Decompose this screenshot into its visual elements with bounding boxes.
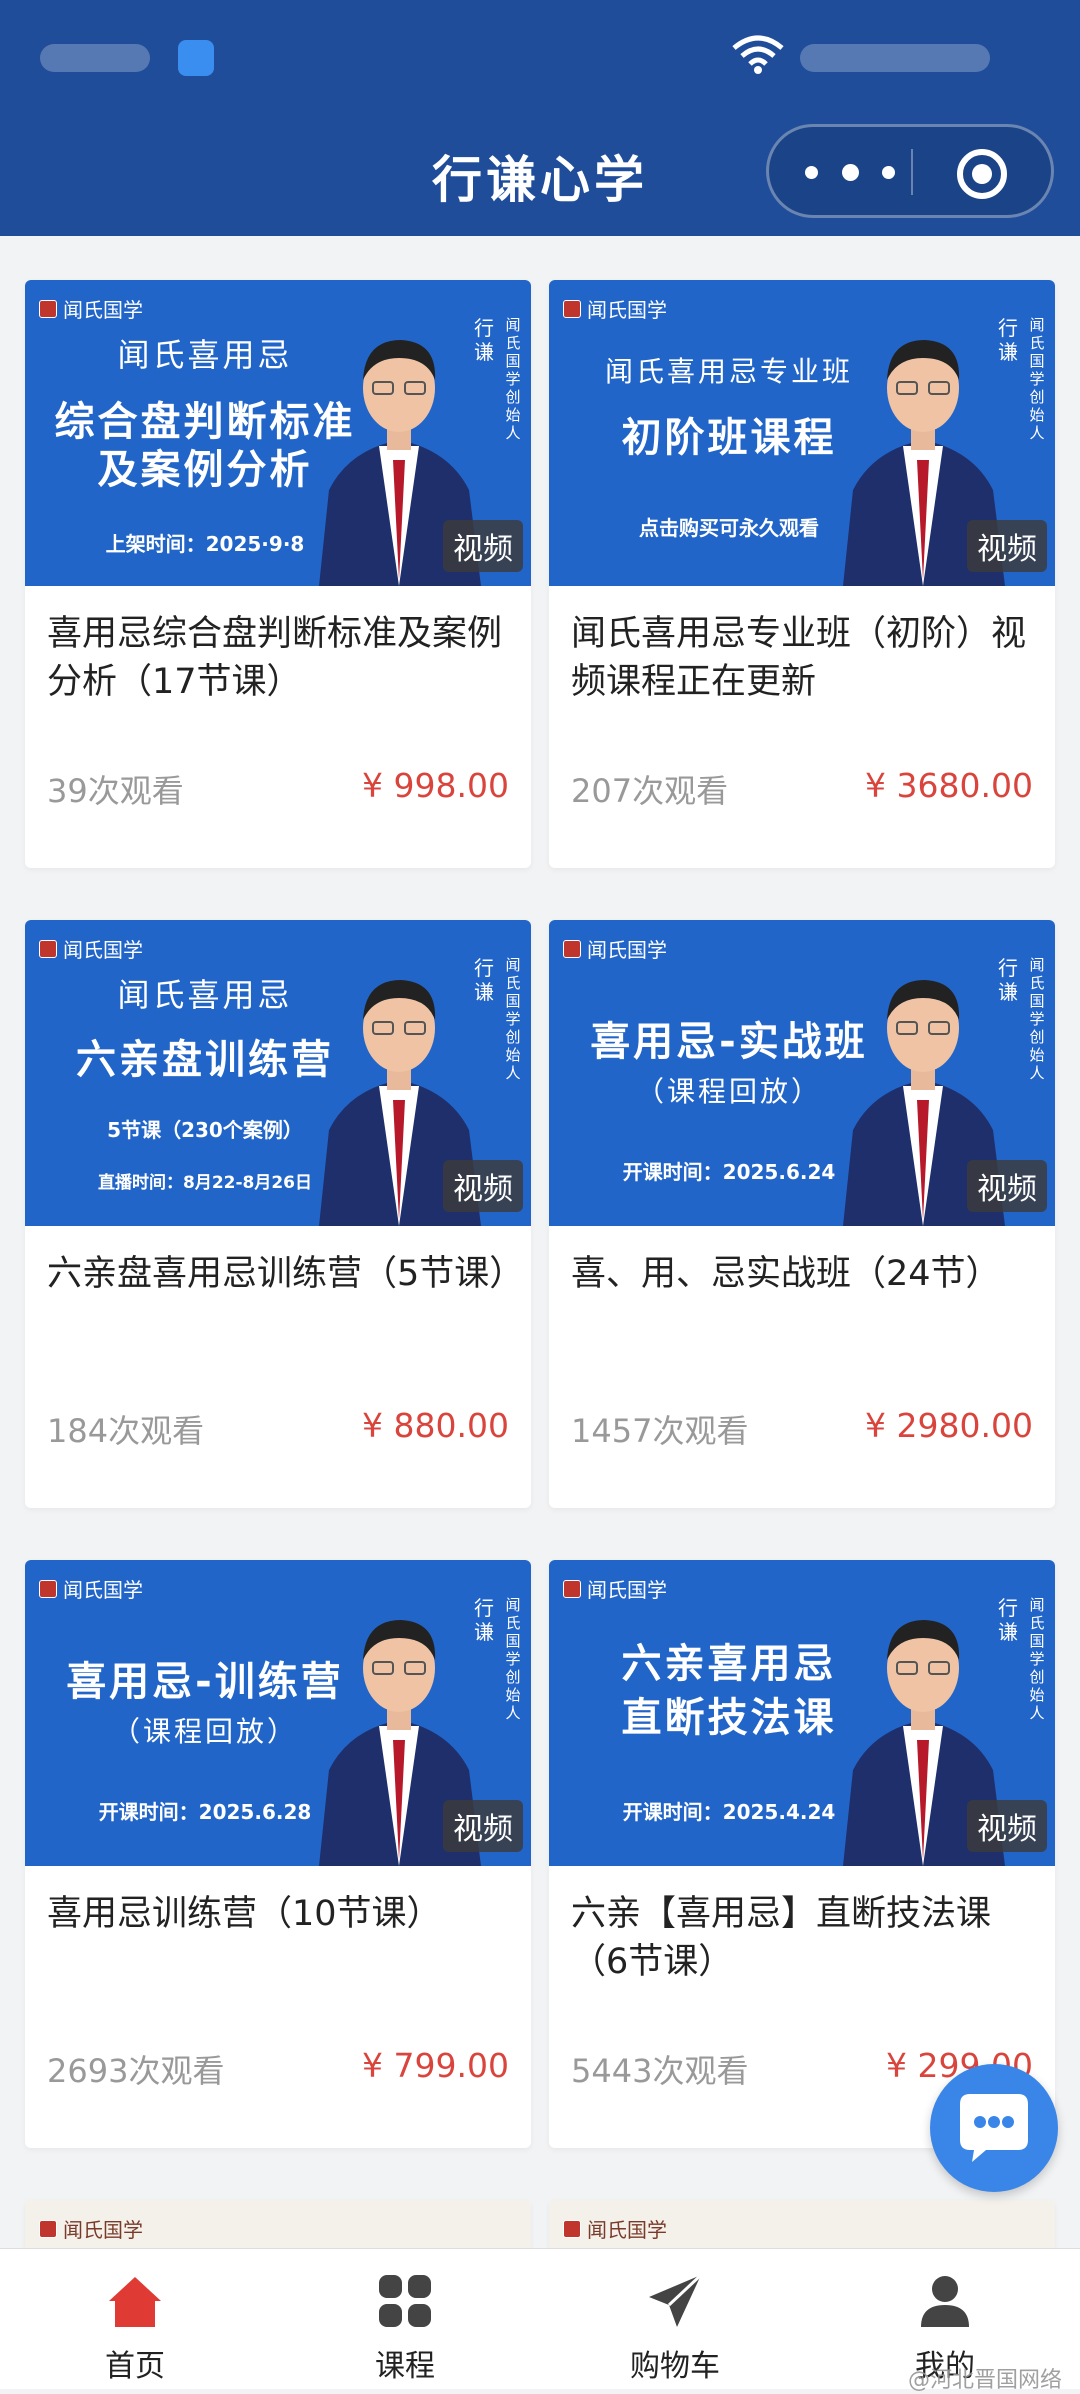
- tab-courses[interactable]: 课程: [270, 2249, 540, 2389]
- thumb-vertical-name: 行谦: [474, 956, 494, 1004]
- thumb-vertical-name: 行谦: [474, 1596, 494, 1644]
- thumb-vertical-title: 闻氏国学创始人: [505, 1596, 521, 1722]
- course-price: ¥ 880.00: [362, 1406, 509, 1445]
- thumb-vertical-name: 行谦: [474, 316, 494, 364]
- course-card[interactable]: 闻氏国学 闻氏喜用忌 综合盘判断标准 及案例分析 上架时间：2025·9·8 行…: [25, 280, 531, 868]
- thumb-vertical-title: 闻氏国学创始人: [1029, 956, 1045, 1082]
- course-thumbnail: 闻氏国学 闻氏喜用忌 六亲盘训练营 5节课（230个案例） 直播时间：8月22-…: [25, 920, 531, 1226]
- brand-logo-icon: [563, 299, 581, 318]
- thumb-vertical-title: 闻氏国学创始人: [505, 316, 521, 442]
- course-price: ¥ 998.00: [362, 766, 509, 805]
- brand-logo-icon: [39, 299, 57, 318]
- video-tag: 视频: [967, 1800, 1047, 1852]
- course-grid: 闻氏国学 闻氏喜用忌 综合盘判断标准 及案例分析 上架时间：2025·9·8 行…: [25, 280, 1055, 2260]
- brand-label: 闻氏国学: [563, 1574, 667, 1603]
- wifi-icon: [732, 35, 784, 74]
- brand-label: 闻氏国学: [39, 294, 143, 323]
- thumb-vertical-name: 行谦: [998, 1596, 1018, 1644]
- video-tag: 视频: [443, 1800, 523, 1852]
- thumb-vertical-title: 闻氏国学创始人: [505, 956, 521, 1082]
- brand-label: 闻氏国学: [39, 1574, 143, 1603]
- course-card[interactable]: 闻氏国学 六亲喜用忌 直断技法课 开课时间：2025.4.24 行谦 闻氏国学创…: [549, 1560, 1055, 2148]
- course-title: 喜、用、忌实战班（24节）: [571, 1254, 1001, 1294]
- watermark: @河北晋国网络: [907, 2368, 1062, 2393]
- course-thumbnail: 闻氏国学 闻氏喜用忌 综合盘判断标准 及案例分析 上架时间：2025·9·8 行…: [25, 280, 531, 586]
- brand-label: 闻氏国学: [563, 294, 667, 323]
- home-icon: [109, 2277, 161, 2327]
- grid-icon: [379, 2275, 431, 2327]
- course-title: 六亲【喜用忌】直断技法课（6节课）: [571, 1894, 992, 1982]
- more-icon[interactable]: [805, 157, 895, 187]
- view-count: 207次观看: [571, 772, 729, 810]
- tab-label: 课程: [375, 2349, 435, 2384]
- view-count: 2693次观看: [47, 2052, 225, 2090]
- course-thumbnail: 闻氏国学 六亲喜用忌 直断技法课 开课时间：2025.4.24 行谦 闻氏国学创…: [549, 1560, 1055, 1866]
- brand-logo-icon: [39, 2219, 57, 2238]
- course-price: ¥ 2980.00: [865, 1406, 1033, 1445]
- chat-bubble-icon: [960, 2094, 1028, 2162]
- status-battery-blurred: [800, 44, 990, 72]
- brand-logo-icon: [39, 1579, 57, 1598]
- view-count: 1457次观看: [571, 1412, 749, 1450]
- brand-label: 闻氏国学: [39, 934, 143, 963]
- user-icon: [921, 2276, 969, 2327]
- video-tag: 视频: [967, 520, 1047, 572]
- top-header: 行谦心学: [0, 0, 1080, 236]
- course-thumbnail: 闻氏国学 喜用忌-实战班 （课程回放） 开课时间：2025.6.24 行谦 闻氏…: [549, 920, 1055, 1226]
- tab-home[interactable]: 首页: [0, 2249, 270, 2389]
- brand-logo-icon: [563, 1579, 581, 1598]
- close-miniprogram-icon[interactable]: [955, 147, 1009, 201]
- brand-logo-icon: [39, 939, 57, 958]
- tab-label: 首页: [105, 2349, 165, 2384]
- course-thumbnail: 闻氏国学 闻氏喜用忌专业班 初阶班课程 点击购买可永久观看 行谦 闻氏国学创始人…: [549, 280, 1055, 586]
- video-tag: 视频: [443, 520, 523, 572]
- miniprogram-capsule: [766, 124, 1054, 218]
- brand-label: 闻氏国学: [39, 2214, 143, 2243]
- customer-service-button[interactable]: [930, 2064, 1058, 2192]
- course-title: 六亲盘喜用忌训练营（5节课）: [47, 1254, 525, 1294]
- thumb-vertical-name: 行谦: [998, 316, 1018, 364]
- course-card[interactable]: 闻氏国学 喜用忌-实战班 （课程回放） 开课时间：2025.6.24 行谦 闻氏…: [549, 920, 1055, 1508]
- course-price: ¥ 3680.00: [865, 766, 1033, 805]
- course-title: 喜用忌训练营（10节课）: [47, 1894, 442, 1934]
- view-count: 5443次观看: [571, 2052, 749, 2090]
- course-card[interactable]: 闻氏国学 闻氏喜用忌专业班 初阶班课程 点击购买可永久观看 行谦 闻氏国学创始人…: [549, 280, 1055, 868]
- tab-cart[interactable]: 购物车: [540, 2249, 810, 2389]
- course-thumbnail: 闻氏国学 喜用忌-训练营 （课程回放） 开课时间：2025.6.28 行谦 闻氏…: [25, 1560, 531, 1866]
- status-app-icon: [178, 40, 214, 76]
- brand-label: 闻氏国学: [563, 2214, 667, 2243]
- view-count: 39次观看: [47, 772, 184, 810]
- brand-logo-icon: [563, 939, 581, 958]
- course-card[interactable]: 闻氏国学 喜用忌-训练营 （课程回放） 开课时间：2025.6.28 行谦 闻氏…: [25, 1560, 531, 2148]
- thumb-vertical-title: 闻氏国学创始人: [1029, 316, 1045, 442]
- brand-logo-icon: [563, 2219, 581, 2238]
- course-title: 闻氏喜用忌专业班（初阶）视频课程正在更新: [571, 614, 1027, 702]
- send-icon: [649, 2273, 703, 2327]
- course-title: 喜用忌综合盘判断标准及案例分析（17节课）: [47, 614, 503, 702]
- course-price: ¥ 799.00: [362, 2046, 509, 2085]
- video-tag: 视频: [967, 1160, 1047, 1212]
- status-time-blurred: [40, 44, 150, 72]
- thumb-vertical-title: 闻氏国学创始人: [1029, 1596, 1045, 1722]
- video-tag: 视频: [443, 1160, 523, 1212]
- brand-label: 闻氏国学: [563, 934, 667, 963]
- view-count: 184次观看: [47, 1412, 205, 1450]
- thumb-vertical-name: 行谦: [998, 956, 1018, 1004]
- tab-label: 购物车: [630, 2349, 720, 2384]
- course-card[interactable]: 闻氏国学 闻氏喜用忌 六亲盘训练营 5节课（230个案例） 直播时间：8月22-…: [25, 920, 531, 1508]
- capsule-divider: [911, 149, 913, 195]
